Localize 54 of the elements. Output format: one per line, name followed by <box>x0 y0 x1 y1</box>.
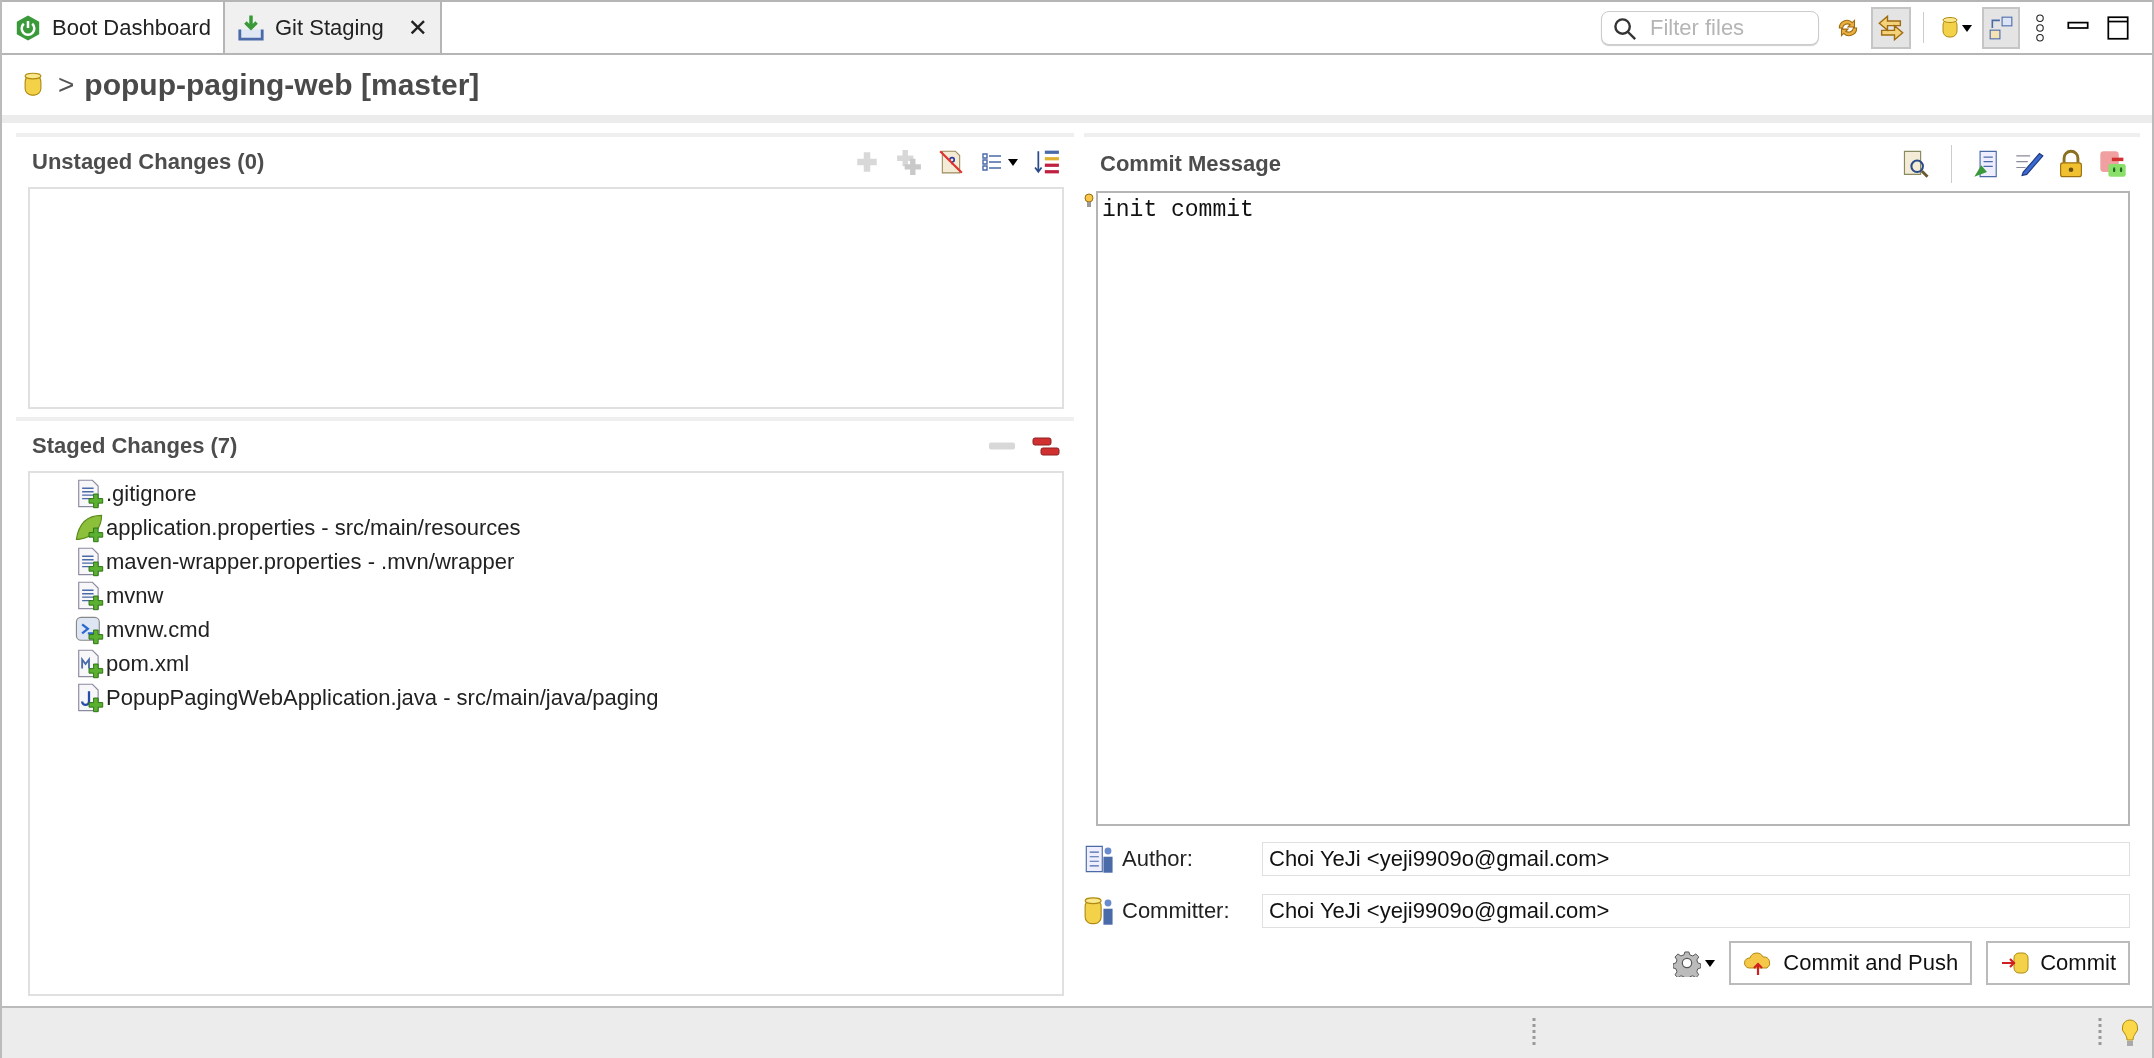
author-label: Author: <box>1122 846 1194 872</box>
arrow-cylinder-icon <box>2000 950 2031 976</box>
maximize-icon[interactable] <box>2106 13 2130 42</box>
layout-button[interactable] <box>1982 6 2020 49</box>
drag-handle-icon[interactable] <box>1532 1018 1536 1048</box>
commit-and-push-button[interactable]: Commit and Push <box>1729 941 1973 985</box>
plus-icon <box>854 149 880 175</box>
breadcrumb-arrow: > <box>58 69 75 101</box>
list-icon <box>980 150 1004 174</box>
section-title: Staged Changes (7) <box>32 433 238 459</box>
view-tab[interactable]: Git Staging ✕ <box>225 2 442 53</box>
file-entry[interactable]: application.properties - src/main/resources <box>106 515 521 541</box>
file-entry[interactable]: pom.xml <box>106 651 190 677</box>
caret-icon <box>1962 22 1972 33</box>
cylinder-person-icon <box>1084 895 1116 927</box>
gear-icon <box>1673 949 1702 977</box>
caret-icon <box>1008 157 1018 167</box>
file-entry[interactable]: mvnw <box>106 583 164 609</box>
committer-label: Committer: <box>1122 898 1231 924</box>
repository-title: popup-paging-web [master] <box>84 68 480 102</box>
caret-icon <box>1705 958 1716 968</box>
document-search-icon[interactable] <box>1901 149 1931 179</box>
swap-arrows-button[interactable] <box>1871 6 1911 49</box>
more-icon[interactable] <box>2034 13 2046 42</box>
sort-icon <box>1034 149 1060 175</box>
file-entry[interactable]: mvnw.cmd <box>106 617 210 643</box>
cylinder-icon <box>1942 14 1958 41</box>
script-file-icon <box>74 614 104 646</box>
search-icon <box>1613 16 1637 41</box>
lightbulb-icon <box>1084 193 1094 209</box>
gear-dropdown-button[interactable] <box>1673 949 1716 977</box>
file-entry[interactable]: PopupPagingWebApplication.java - src/main/java/paging <box>106 685 659 711</box>
filter-field[interactable]: Filter files <box>1601 10 1819 45</box>
swap-arrows-icon <box>1877 13 1905 42</box>
cylinder-icon <box>24 71 42 99</box>
double-plus-icon <box>896 149 922 175</box>
leaf-file-icon <box>74 512 104 544</box>
power-icon <box>14 13 42 42</box>
document-person-icon <box>1084 843 1116 875</box>
panels-icon <box>1988 14 2014 41</box>
committer-field[interactable]: Choi YeJi <yeji9909o@gmail.com> <box>1262 894 2130 928</box>
close-button[interactable]: ✕ <box>393 13 428 42</box>
commit-message-field[interactable]: init commit <box>1096 191 2130 826</box>
section-title: Unstaged Changes (0) <box>32 149 265 175</box>
minus-icon <box>988 442 1016 450</box>
file-entry[interactable]: maven-wrapper.properties - .mvn/wrapper <box>106 549 515 575</box>
file-entry[interactable]: .gitignore <box>106 481 197 507</box>
double-minus-icon <box>1032 434 1060 458</box>
drag-handle-icon[interactable] <box>2098 1018 2102 1048</box>
crossed-file-icon <box>938 149 964 175</box>
commit-button[interactable]: Commit <box>1986 941 2130 985</box>
section-title: Commit Message <box>1100 151 1281 177</box>
author-field[interactable]: Choi YeJi <yeji9909o@gmail.com> <box>1262 842 2130 876</box>
download-tray-icon <box>237 13 265 42</box>
